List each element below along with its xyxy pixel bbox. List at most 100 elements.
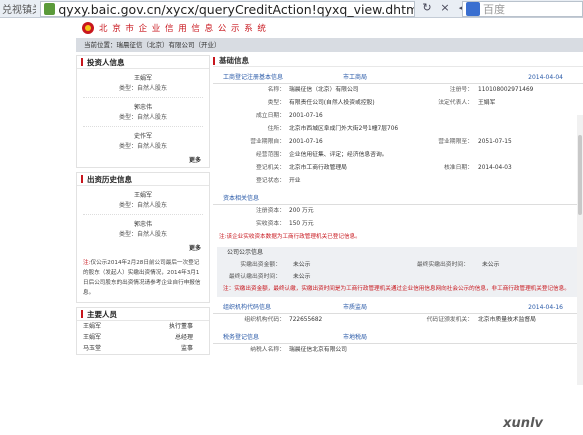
last-paid-time: 未公示 <box>482 262 500 268</box>
table-row: 王娟军 总经理 <box>77 332 209 343</box>
managers-title: 主要人员 <box>87 309 117 319</box>
browser-toolbar: 兑视镇关 qyxy.baic.gov.cn/xycx/queryCreditAc… <box>0 0 583 18</box>
record-label[interactable]: 工商登记注册基本信息 <box>223 72 283 84</box>
field-label: 代码证颁发机关： <box>426 317 473 323</box>
scrollbar[interactable] <box>577 115 583 385</box>
search-input[interactable]: 百度 <box>483 1 505 17</box>
field-label: 实收资本： <box>256 221 285 227</box>
emblem-icon <box>82 22 94 34</box>
refresh-icon[interactable]: ↻ <box>420 1 434 15</box>
list-item[interactable]: 王娟军 类型：自然人股东 <box>77 69 209 94</box>
investor-more-link[interactable]: 更多 <box>77 152 209 167</box>
manager-role: 总经理 <box>174 334 193 341</box>
history-more-link[interactable]: 更多 <box>77 240 209 255</box>
watermark-logo: xunlv <box>503 416 543 431</box>
close-icon[interactable]: × <box>438 1 452 15</box>
address-bar[interactable]: qyxy.baic.gov.cn/xycx/queryCreditAction!… <box>40 1 415 17</box>
record-header: 税务登记信息 市地税局 <box>213 332 583 344</box>
registered-capital: 200 万元 <box>289 208 314 214</box>
manager-role: 监事 <box>180 345 193 352</box>
record-org: 市地税局 <box>343 334 368 341</box>
address: 北京市西城区阜成门外大街2号1幢7层706 <box>289 126 399 132</box>
history-header: 出资历史信息 <box>77 173 209 186</box>
field-label: 法定代表人： <box>438 100 473 106</box>
history-name[interactable]: 王娟军 <box>77 191 209 201</box>
record-org: 市工商局 <box>343 74 368 81</box>
field-label: 成立日期： <box>256 113 285 119</box>
field-row: 实缴出资金额： 未公示 最终实缴出资时间： 未公示 <box>217 259 579 271</box>
record-label[interactable]: 组织机构代码信息 <box>223 302 271 314</box>
history-note: 注:仅公示2014年2月28日前公司最后一次登记的股东（发起人）实缴出资情况，2… <box>77 255 209 302</box>
field-label: 营业期限自： <box>250 139 285 145</box>
field-label: 实缴出资金额： <box>240 262 281 268</box>
site-header: 北 京 市 企 业 信 用 信 息 公 示 系 统 <box>76 18 583 38</box>
term-end: 2051-07-15 <box>478 139 512 145</box>
record-label[interactable]: 税务登记信息 <box>223 332 259 344</box>
record-date: 2014-04-16 <box>528 304 563 311</box>
field-label: 住所： <box>267 126 285 132</box>
field-label: 名称： <box>267 87 285 93</box>
registration-authority: 北京市工商行政管理局 <box>289 165 347 171</box>
capital-header[interactable]: 资本相关信息 <box>213 193 583 205</box>
capital-note: 注:该企业实收资本数据为工商行政管理机关已登记信息。 <box>219 234 361 240</box>
investor-name[interactable]: 史作军 <box>77 132 209 142</box>
history-title: 出资历史信息 <box>87 174 132 184</box>
section-marker <box>81 175 83 183</box>
annual-header: 公司公示信息 <box>227 249 264 256</box>
site-security-icon <box>44 3 56 15</box>
field-label: 登记状态： <box>256 178 285 184</box>
org-code: 722655682 <box>289 317 323 323</box>
field-row: 名称： 瑞晨征信（北京）有限公司 注册号： 110108002971469 <box>213 84 583 97</box>
breadcrumb: 当前位置：瑞晨征信（北京）有限公司（开业） <box>76 38 583 52</box>
annual-panel: 公司公示信息 实缴出资金额： 未公示 最终实缴出资时间： 未公示 最终认缴出资时… <box>217 247 579 297</box>
field-row: 成立日期： 2001-07-16 <box>213 110 583 123</box>
history-name[interactable]: 郭忠伟 <box>77 220 209 230</box>
code-issuer: 北京市质量技术监督局 <box>478 317 536 323</box>
investor-name[interactable]: 郭忠伟 <box>77 103 209 113</box>
section-marker <box>81 58 83 66</box>
annual-note: 注：实缴出资金额，最终认缴，实缴出资时间是为工商行政管理机关通过企业信用信息网向… <box>223 286 570 292</box>
field-label: 营业期限至： <box>438 139 473 145</box>
field-label: 注册号： <box>449 87 473 93</box>
term-start: 2001-07-16 <box>289 139 323 145</box>
list-item[interactable]: 郭忠伟 类型：自然人股东 <box>77 215 209 240</box>
manager-name: 王娟军 <box>83 334 102 341</box>
section-marker <box>81 310 83 318</box>
field-label: 登记机关： <box>256 165 285 171</box>
history-type: 类型：自然人股东 <box>118 202 167 209</box>
investor-type: 类型：自然人股东 <box>118 114 167 121</box>
field-row: 类型： 有限责任公司(自然人投资或控股) 法定代表人： 王娟军 <box>213 97 583 110</box>
right-column: 基础信息 工商登记注册基本信息 市工商局 2014-04-04 名称： 瑞晨征信… <box>213 55 583 385</box>
investor-name[interactable]: 王娟军 <box>77 74 209 84</box>
baidu-icon <box>466 2 480 16</box>
field-row: 组织机构代码： 722655682 代码证颁发机关： 北京市质量技术监督局 <box>213 314 583 327</box>
field-label: 核准日期： <box>444 165 473 171</box>
field-label: 组织机构代码： <box>244 317 285 323</box>
address-url[interactable]: qyxy.baic.gov.cn/xycx/queryCreditAction!… <box>58 2 414 17</box>
history-type: 类型：自然人股东 <box>118 231 167 238</box>
list-item[interactable]: 王娟军 类型：自然人股东 <box>77 186 209 211</box>
investor-title: 投资人信息 <box>87 57 125 67</box>
paid-amount: 未公示 <box>293 262 311 268</box>
field-row: 登记状态： 开业 <box>213 175 583 188</box>
field-row: 经营范围： 企业信用征集、评定；经济信息咨询。 <box>213 149 583 162</box>
record-header: 组织机构代码信息 市质监局 2014-04-16 <box>213 302 583 314</box>
compat-mode-label[interactable]: 兑视镇关 <box>0 1 36 16</box>
note-text: 仅公示2014年2月28日前公司最后一次登记的股东（发起人）实缴出资情况，201… <box>83 260 201 296</box>
legal-rep: 王娟军 <box>478 100 496 106</box>
scrollbar-thumb[interactable] <box>578 135 582 215</box>
history-box: 出资历史信息 王娟军 类型：自然人股东 郭忠伟 类型：自然人股东 更多 注:仅公… <box>76 172 210 303</box>
paid-capital: 150 万元 <box>289 221 314 227</box>
record-org: 市质监局 <box>343 304 368 311</box>
investor-type: 类型：自然人股东 <box>118 143 167 150</box>
record-date: 2014-04-04 <box>528 74 563 81</box>
table-row: 王娟军 执行董事 <box>77 321 209 332</box>
business-scope: 企业信用征集、评定；经济信息咨询。 <box>289 152 388 158</box>
list-item[interactable]: 史作军 类型：自然人股东 <box>77 127 209 152</box>
field-label: 最终实缴出资时间： <box>416 262 469 268</box>
list-item[interactable]: 郭忠伟 类型：自然人股东 <box>77 98 209 123</box>
field-label: 类型： <box>267 100 285 106</box>
investor-header: 投资人信息 <box>77 56 209 69</box>
subscribed-time: 未公示 <box>293 274 311 280</box>
search-box[interactable]: 百度 <box>462 1 583 17</box>
